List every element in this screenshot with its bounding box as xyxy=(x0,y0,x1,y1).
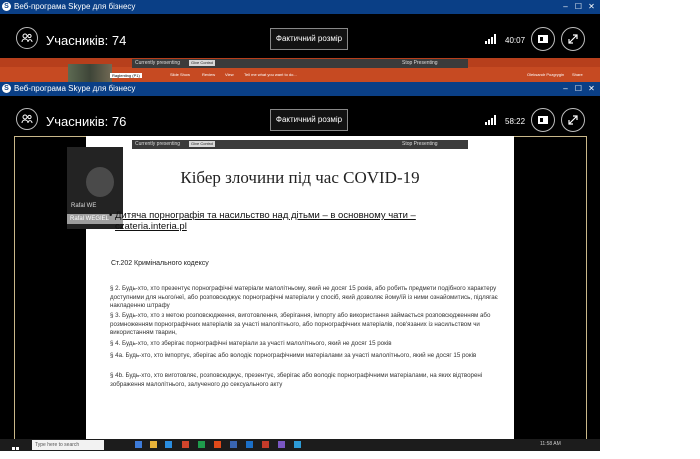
present-icon[interactable] xyxy=(531,108,555,132)
give-control-button[interactable]: Give Control xyxy=(189,60,216,66)
maximize-button[interactable]: ☐ xyxy=(573,83,584,94)
skype-logo-icon: S xyxy=(2,2,11,11)
minimize-button[interactable]: – xyxy=(560,1,571,12)
call-timer: 58:22 xyxy=(505,117,526,126)
meeting-top-bar: Учасників: 74 Фактичний розмір 40:07 xyxy=(0,14,600,58)
close-button[interactable]: ✕ xyxy=(586,1,597,12)
meeting-top-bar: Учасників: 76 Фактичний розмір 58:22 xyxy=(0,96,600,140)
article-heading: Ст.202 Кримінального кодексу xyxy=(111,260,209,267)
signal-icon xyxy=(485,34,497,44)
participants-count[interactable]: Учасників: 74 xyxy=(46,33,126,48)
section-2: § 2. Будь-хто, хто презентує порнографіч… xyxy=(110,285,498,310)
taskbar-app-icon[interactable] xyxy=(135,441,142,448)
presenting-bar-top: Currently presenting Give Control Stop P… xyxy=(132,59,468,68)
taskbar-app-icon[interactable] xyxy=(182,441,189,448)
taskbar-app-icon[interactable] xyxy=(165,441,172,448)
people-icon[interactable] xyxy=(16,108,38,130)
slide-title: Кібер злочини під час COVID-19 xyxy=(180,168,420,187)
title-bar-top: S Веб-програма Skype для бізнесу – ☐ ✕ xyxy=(0,0,600,14)
participants-count[interactable]: Учасників: 76 xyxy=(46,114,126,129)
real-size-button[interactable]: Фактичний розмір xyxy=(270,109,348,131)
taskbar-app-icon[interactable] xyxy=(150,441,157,448)
real-size-button[interactable]: Фактичний розмір xyxy=(270,28,348,50)
ribbon-share[interactable]: Share xyxy=(572,72,583,77)
ribbon-tab[interactable]: View xyxy=(225,72,234,77)
taskbar-app-icon[interactable] xyxy=(294,441,301,448)
currently-presenting-label: Currently presenting xyxy=(135,141,181,147)
taskbar-app-icon[interactable] xyxy=(262,441,269,448)
maximize-button[interactable]: ☐ xyxy=(573,1,584,12)
window-title: Веб-програма Skype для бізнесу xyxy=(14,2,136,11)
section-4: § 4. Будь-хто, хто зберігає порнографічн… xyxy=(110,340,392,347)
video-thumbnail xyxy=(68,64,112,82)
ribbon-doc-name: Raglenting (P1) xyxy=(110,73,142,78)
taskbar-search-input[interactable]: Type here to search xyxy=(32,440,104,450)
ribbon-tellme[interactable]: Tell me what you want to do... xyxy=(244,72,297,77)
taskbar-app-icon[interactable] xyxy=(214,441,221,448)
people-icon[interactable] xyxy=(16,27,38,49)
call-timer: 40:07 xyxy=(505,36,526,45)
title-bar-main: S Веб-програма Skype для бізнесу – ☐ ✕ xyxy=(0,82,600,96)
fullscreen-icon[interactable] xyxy=(561,108,585,132)
present-icon[interactable] xyxy=(531,27,555,51)
taskbar-app-icon[interactable] xyxy=(278,441,285,448)
taskbar-app-icon[interactable] xyxy=(230,441,237,448)
section-3: § 3. Будь-хто, хто з метою розповсюдженн… xyxy=(110,312,491,337)
minimize-button[interactable]: – xyxy=(560,83,571,94)
ribbon-tab[interactable]: Review xyxy=(202,72,215,77)
ribbon-user: Oleksandr Pozgrygin xyxy=(527,72,565,77)
fullscreen-icon[interactable] xyxy=(561,27,585,51)
slide-main-bullet: • Дитяча порнографія та насильство над д… xyxy=(109,210,416,232)
window-title: Веб-програма Skype для бізнесу xyxy=(14,84,136,93)
presenting-bar: Currently presenting Give Control Stop P… xyxy=(132,140,468,149)
windows-start-icon[interactable] xyxy=(12,441,19,454)
stop-presenting-button[interactable]: Stop Presenting xyxy=(402,141,438,147)
section-4a: § 4а. Будь-хто, хто імпортує, зберігає а… xyxy=(110,352,477,359)
section-4b: § 4b. Будь-хто, хто виготовляє, розповсю… xyxy=(110,372,483,388)
ribbon-tab[interactable]: Slide Show xyxy=(170,72,190,77)
windows-taskbar: Type here to search 11:58 AM xyxy=(0,439,600,454)
taskbar-app-icon[interactable] xyxy=(246,441,253,448)
stop-presenting-button[interactable]: Stop Presenting xyxy=(402,60,438,66)
close-button[interactable]: ✕ xyxy=(586,83,597,94)
signal-icon xyxy=(485,115,497,125)
taskbar-clock: 11:58 AM xyxy=(540,441,561,447)
skype-logo-icon: S xyxy=(2,84,11,93)
taskbar-app-icon[interactable] xyxy=(198,441,205,448)
slide-link[interactable]: czateria.interia.pl xyxy=(115,221,187,232)
give-control-button[interactable]: Give Control xyxy=(189,141,216,147)
